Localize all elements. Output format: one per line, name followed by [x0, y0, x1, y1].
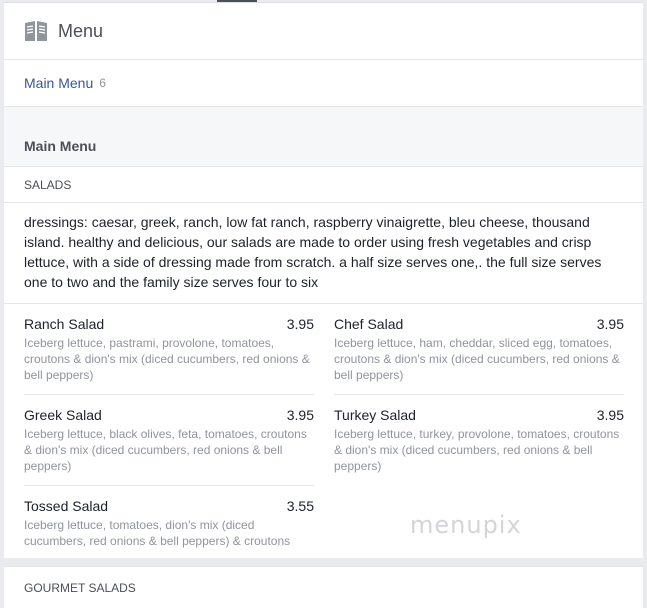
item-name: Turkey Salad [334, 407, 416, 423]
item-price: 3.95 [286, 407, 314, 423]
item-name: Greek Salad [24, 407, 102, 423]
section-header: Main Menu [4, 106, 643, 166]
item-description: Iceberg lettuce, tomatoes, dion's mix (d… [24, 518, 291, 548]
item-divider [24, 394, 314, 395]
page-title: Menu [58, 20, 104, 41]
menupix-watermark: menupix [410, 511, 522, 539]
item-price: 3.95 [286, 316, 314, 332]
item-price: 3.55 [286, 498, 314, 514]
tab-main-menu[interactable]: Main Menu [24, 75, 93, 91]
item-divider [24, 485, 314, 486]
menu-item[interactable]: Chef Salad 3.95 Iceberg lettuce, ham, ch… [334, 316, 624, 383]
tab-main-menu-count: 6 [99, 76, 106, 90]
item-price: 3.95 [596, 316, 624, 332]
menu-item[interactable]: Greek Salad 3.95 Iceberg lettuce, black … [24, 407, 314, 474]
item-price: 3.95 [596, 407, 624, 423]
menu-item[interactable]: Turkey Salad 3.95 Iceberg lettuce, turke… [334, 407, 624, 474]
item-description: Iceberg lettuce, turkey, provolone, toma… [334, 427, 620, 473]
menu-tabs: Main Menu 6 [4, 59, 643, 106]
item-name: Ranch Salad [24, 316, 105, 332]
menu-item[interactable]: Tossed Salad 3.55 Iceberg lettuce, tomat… [24, 498, 314, 549]
category-label: SALADS [4, 167, 643, 203]
item-name: Chef Salad [334, 316, 404, 332]
book-icon [25, 21, 47, 41]
section-title: Main Menu [24, 138, 97, 154]
category-label: GOURMET SALADS [24, 580, 136, 595]
item-divider [334, 394, 624, 395]
menu-item[interactable]: Ranch Salad 3.95 Iceberg lettuce, pastra… [24, 316, 314, 383]
menu-header: Menu [4, 2, 643, 59]
item-name: Tossed Salad [24, 498, 109, 514]
category-gourmet-salads[interactable]: GOURMET SALADS [4, 566, 643, 608]
category-salads: SALADS dressings: caesar, greek, ranch, … [4, 166, 643, 558]
item-description: Iceberg lettuce, pastrami, provolone, to… [24, 336, 310, 382]
category-description: dressings: caesar, greek, ranch, low fat… [4, 203, 643, 304]
item-description: Iceberg lettuce, black olives, feta, tom… [24, 427, 307, 473]
item-description: Iceberg lettuce, ham, cheddar, sliced eg… [334, 336, 620, 382]
